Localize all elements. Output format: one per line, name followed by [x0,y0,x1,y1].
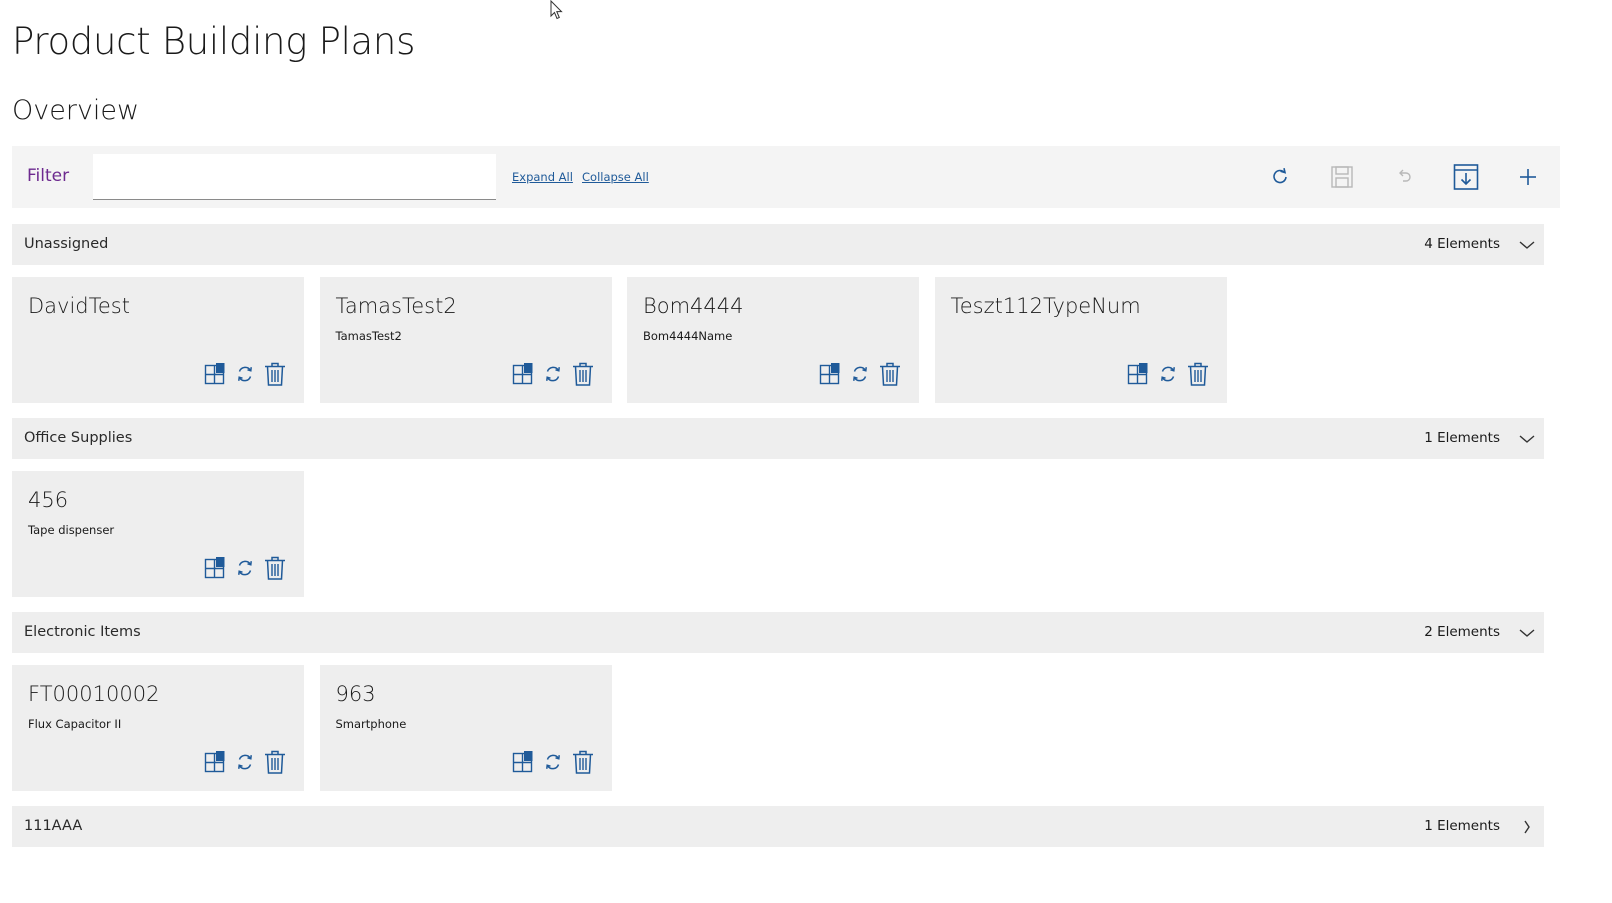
plan-card[interactable]: TamasTest2 TamasTest2 [319,276,612,403]
sync-icon[interactable] [1157,362,1179,386]
refresh-icon [1273,168,1287,184]
group-element-count: 1 Elements [1424,817,1500,834]
plan-card-actions [204,556,286,580]
plan-card-title: Bom4444 [643,293,744,318]
delete-icon[interactable] [572,750,594,774]
section-title: Overview [12,95,140,126]
structure-icon[interactable] [204,750,226,774]
plan-card-title: FT00010002 [28,681,160,706]
expand-all-link[interactable]: Expand All [512,170,573,184]
plan-card[interactable]: Teszt112TypeNum [934,276,1227,403]
download-icon [1453,164,1479,190]
plan-card-title: TamasTest2 [335,293,457,318]
filter-input[interactable] [93,154,496,200]
plan-card[interactable]: FT00010002 Flux Capacitor II [12,664,304,791]
delete-icon[interactable] [1187,362,1209,386]
add-button[interactable] [1512,161,1544,193]
group-header-electronic-items[interactable]: Electronic Items 2 Elements [12,611,1544,653]
plan-card[interactable]: 963 Smartphone [319,664,612,791]
chevron-down-icon[interactable] [1518,431,1536,447]
group-name: Electronic Items [24,623,141,640]
save-button[interactable] [1326,161,1358,193]
refresh-button[interactable] [1264,161,1296,193]
plan-card-title: DavidTest [28,293,130,318]
delete-icon[interactable] [572,362,594,386]
group-header-111aaa[interactable]: 111AAA 1 Elements [12,805,1544,847]
plan-card-subtitle: Smartphone [335,716,407,731]
structure-icon[interactable] [512,362,534,386]
group-header-unassigned[interactable]: Unassigned 4 Elements [12,223,1544,265]
plan-card-title: 963 [335,681,376,706]
structure-icon[interactable] [1127,362,1149,386]
delete-icon[interactable] [264,556,286,580]
group-name: Unassigned [24,235,109,252]
filter-label: Filter [27,166,70,186]
sync-icon[interactable] [849,362,871,386]
undo-button[interactable] [1388,161,1420,193]
sync-icon[interactable] [542,750,564,774]
plan-card[interactable]: 456 Tape dispenser [12,470,304,597]
mouse-cursor-icon [550,0,563,20]
add-icon [1520,169,1536,185]
sync-icon[interactable] [542,362,564,386]
structure-icon[interactable] [819,362,841,386]
plan-card-subtitle: Bom4444Name [643,328,733,343]
sync-icon[interactable] [234,556,256,580]
download-button[interactable] [1450,161,1482,193]
structure-icon[interactable] [204,556,226,580]
undo-icon [1399,169,1411,182]
plan-card-actions [512,750,594,774]
plan-card-actions [204,750,286,774]
plan-card-title: Teszt112TypeNum [950,293,1141,318]
save-icon [1331,166,1353,188]
plan-card[interactable]: Bom4444 Bom4444Name [627,276,919,403]
chevron-right-icon[interactable] [1518,819,1536,835]
group-element-count: 2 Elements [1424,623,1500,640]
structure-icon[interactable] [204,362,226,386]
group-header-office-supplies[interactable]: Office Supplies 1 Elements [12,417,1544,459]
group-element-count: 1 Elements [1424,429,1500,446]
group-element-count: 4 Elements [1424,235,1500,252]
structure-icon[interactable] [512,750,534,774]
collapse-all-link[interactable]: Collapse All [582,170,649,184]
delete-icon[interactable] [264,362,286,386]
plan-card-actions [204,362,286,386]
plan-card-actions [1127,362,1209,386]
plan-card-title: 456 [28,487,69,512]
sync-icon[interactable] [234,750,256,774]
delete-icon[interactable] [879,362,901,386]
sync-icon[interactable] [234,362,256,386]
group-name: Office Supplies [24,429,133,446]
chevron-down-icon[interactable] [1518,237,1536,253]
plan-card[interactable]: DavidTest [12,276,304,403]
plan-card-subtitle: Flux Capacitor II [28,716,122,731]
delete-icon[interactable] [264,750,286,774]
filter-toolbar: Filter Expand All Collapse All [12,146,1560,208]
page-title: Product Building Plans [12,20,416,63]
plan-card-actions [512,362,594,386]
chevron-down-icon[interactable] [1518,625,1536,641]
group-name: 111AAA [24,817,83,834]
plan-card-subtitle: TamasTest2 [335,328,402,343]
plan-card-subtitle: Tape dispenser [28,522,115,537]
plan-card-actions [819,362,901,386]
